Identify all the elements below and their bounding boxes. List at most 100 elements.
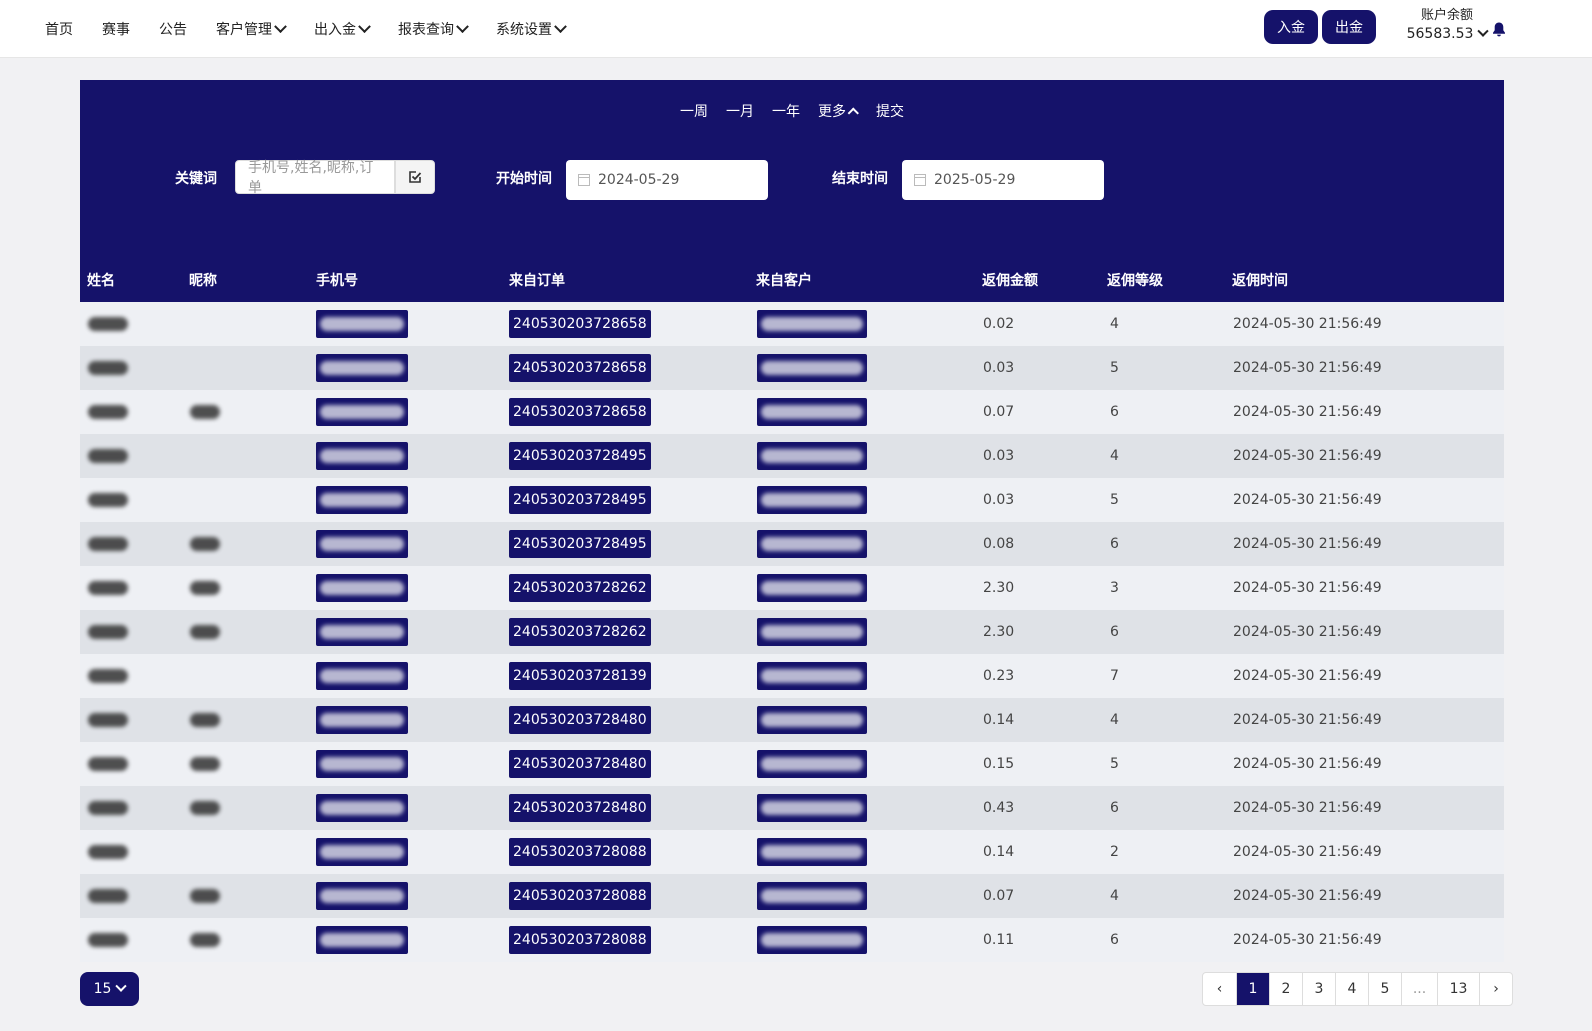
keyword-search-button[interactable] bbox=[395, 160, 435, 194]
deposit-button[interactable]: 入金 bbox=[1264, 10, 1318, 44]
phone-chip[interactable] bbox=[316, 662, 408, 690]
page-button[interactable]: 3 bbox=[1302, 973, 1335, 1005]
end-date-input[interactable]: 2025-05-29 bbox=[902, 160, 1104, 200]
phone-chip[interactable] bbox=[316, 926, 408, 954]
order-chip[interactable]: 240530203728262 bbox=[509, 618, 651, 646]
account-balance[interactable]: 账户余额 56583.53 bbox=[1402, 8, 1492, 44]
range-more[interactable]: 更多 bbox=[818, 101, 859, 121]
customer-chip[interactable] bbox=[757, 310, 867, 338]
customer-chip[interactable] bbox=[757, 574, 867, 602]
submit-button[interactable]: 提交 bbox=[876, 101, 904, 121]
range-year[interactable]: 一年 bbox=[772, 101, 800, 121]
customer-chip[interactable] bbox=[757, 662, 867, 690]
nav-item-6[interactable]: 系统设置 bbox=[496, 19, 567, 39]
order-cell: 240530203728658 bbox=[509, 390, 651, 434]
balance-value[interactable]: 56583.53 bbox=[1402, 24, 1492, 44]
level-cell: 5 bbox=[1110, 492, 1119, 508]
level-cell: 5 bbox=[1110, 360, 1119, 376]
order-cell: 240530203728088 bbox=[509, 874, 651, 918]
phone-chip[interactable] bbox=[316, 706, 408, 734]
amount-cell: 0.08 bbox=[983, 536, 1015, 552]
order-chip[interactable]: 240530203728480 bbox=[509, 794, 651, 822]
time-cell: 2024-05-30 21:56:49 bbox=[1233, 536, 1382, 552]
nav-item-0[interactable]: 首页 bbox=[45, 19, 73, 39]
phone-chip[interactable] bbox=[316, 882, 408, 910]
nav-item-label: 首页 bbox=[45, 22, 73, 38]
range-month[interactable]: 一月 bbox=[726, 101, 754, 121]
order-chip[interactable]: 240530203728480 bbox=[509, 750, 651, 778]
order-chip[interactable]: 240530203728088 bbox=[509, 882, 651, 910]
customer-chip[interactable] bbox=[757, 618, 867, 646]
order-chip[interactable]: 240530203728495 bbox=[509, 486, 651, 514]
table-row: 240530203728495 0.03 5 2024-05-30 21:56:49 bbox=[80, 478, 1504, 522]
phone-chip[interactable] bbox=[316, 354, 408, 382]
table-row: 240530203728480 0.43 6 2024-05-30 21:56:49 bbox=[80, 786, 1504, 830]
prev-page-button[interactable]: ‹ bbox=[1203, 973, 1236, 1005]
bell-icon[interactable] bbox=[1492, 22, 1506, 37]
nav-item-3[interactable]: 客户管理 bbox=[216, 19, 287, 39]
phone-chip[interactable] bbox=[316, 530, 408, 558]
name-cell bbox=[88, 478, 128, 522]
phone-chip[interactable] bbox=[316, 442, 408, 470]
order-chip[interactable]: 240530203728139 bbox=[509, 662, 651, 690]
page-button[interactable]: 5 bbox=[1368, 973, 1401, 1005]
customer-chip[interactable] bbox=[757, 354, 867, 382]
column-header: 昵称 bbox=[189, 273, 217, 289]
nav-item-4[interactable]: 出入金 bbox=[314, 19, 371, 39]
order-chip[interactable]: 240530203728658 bbox=[509, 310, 651, 338]
redacted-nickname bbox=[190, 405, 220, 419]
name-cell bbox=[88, 434, 128, 478]
withdraw-button[interactable]: 出金 bbox=[1322, 10, 1376, 44]
page-size-select[interactable]: 15 bbox=[80, 972, 139, 1006]
table-row: 240530203728480 0.15 5 2024-05-30 21:56:49 bbox=[80, 742, 1504, 786]
customer-chip[interactable] bbox=[757, 442, 867, 470]
customer-chip[interactable] bbox=[757, 926, 867, 954]
keyword-input[interactable]: 手机号,姓名,昵称,订单 bbox=[235, 160, 395, 196]
nav-item-2[interactable]: 公告 bbox=[159, 19, 187, 39]
phone-chip[interactable] bbox=[316, 486, 408, 514]
next-page-button[interactable]: › bbox=[1479, 973, 1512, 1005]
chevron-down-icon bbox=[358, 19, 371, 33]
level-cell: 4 bbox=[1110, 316, 1119, 332]
order-chip[interactable]: 240530203728088 bbox=[509, 838, 651, 866]
customer-chip[interactable] bbox=[757, 794, 867, 822]
amount-cell: 2.30 bbox=[983, 624, 1015, 640]
phone-chip[interactable] bbox=[316, 618, 408, 646]
nav-item-5[interactable]: 报表查询 bbox=[398, 19, 469, 39]
order-chip[interactable]: 240530203728658 bbox=[509, 398, 651, 426]
order-chip[interactable]: 240530203728495 bbox=[509, 530, 651, 558]
order-chip[interactable]: 240530203728495 bbox=[509, 442, 651, 470]
redacted-customer bbox=[761, 493, 863, 507]
phone-chip[interactable] bbox=[316, 310, 408, 338]
nav-item-1[interactable]: 赛事 bbox=[102, 19, 130, 39]
customer-chip[interactable] bbox=[757, 706, 867, 734]
order-chip[interactable]: 240530203728658 bbox=[509, 354, 651, 382]
customer-chip[interactable] bbox=[757, 882, 867, 910]
redacted-name bbox=[88, 581, 128, 595]
range-week[interactable]: 一周 bbox=[680, 101, 708, 121]
order-chip[interactable]: 240530203728088 bbox=[509, 926, 651, 954]
order-chip[interactable]: 240530203728262 bbox=[509, 574, 651, 602]
customer-chip[interactable] bbox=[757, 530, 867, 558]
customer-chip[interactable] bbox=[757, 486, 867, 514]
phone-cell bbox=[316, 346, 408, 390]
redacted-customer bbox=[761, 757, 863, 771]
phone-chip[interactable] bbox=[316, 794, 408, 822]
phone-chip[interactable] bbox=[316, 398, 408, 426]
phone-chip[interactable] bbox=[316, 574, 408, 602]
redacted-phone bbox=[320, 713, 404, 727]
customer-chip[interactable] bbox=[757, 750, 867, 778]
level-cell: 4 bbox=[1110, 888, 1119, 904]
redacted-phone bbox=[320, 537, 404, 551]
page-button[interactable]: 1 bbox=[1236, 973, 1269, 1005]
phone-chip[interactable] bbox=[316, 750, 408, 778]
page-button[interactable]: 4 bbox=[1335, 973, 1368, 1005]
order-chip[interactable]: 240530203728480 bbox=[509, 706, 651, 734]
customer-chip[interactable] bbox=[757, 398, 867, 426]
name-cell bbox=[88, 742, 128, 786]
phone-chip[interactable] bbox=[316, 838, 408, 866]
customer-chip[interactable] bbox=[757, 838, 867, 866]
page-button[interactable]: 2 bbox=[1269, 973, 1302, 1005]
page-button[interactable]: 13 bbox=[1437, 973, 1479, 1005]
start-date-input[interactable]: 2024-05-29 bbox=[566, 160, 768, 200]
